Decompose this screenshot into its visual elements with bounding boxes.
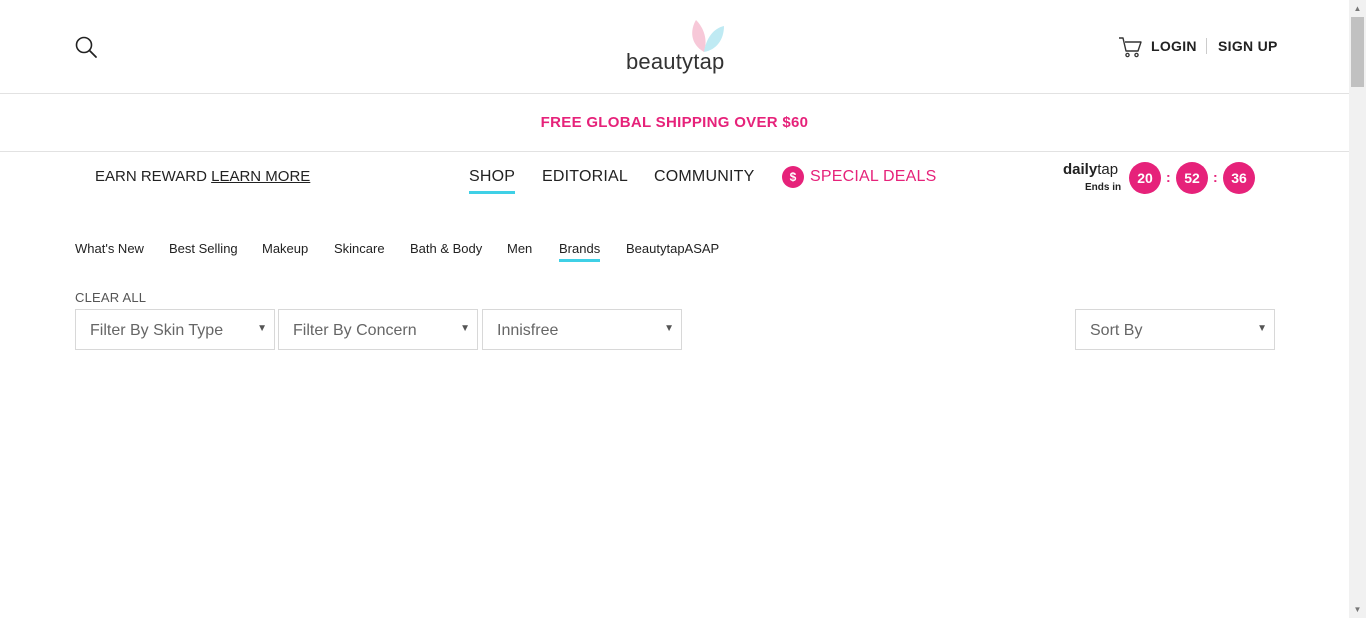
ends-in-label: Ends in — [1085, 182, 1122, 193]
skin-type-select[interactable]: Filter By Skin Type ▼ — [75, 309, 275, 350]
select-value: Sort By — [1090, 322, 1143, 339]
search-icon[interactable] — [74, 35, 98, 59]
learn-more-link[interactable]: LEARN MORE — [211, 168, 310, 185]
nav-shop[interactable]: SHOP — [469, 168, 516, 194]
clear-all-button[interactable]: CLEAR ALL — [75, 290, 146, 305]
cart-icon[interactable] — [1118, 36, 1142, 58]
category-brands[interactable]: Brands — [559, 241, 601, 262]
timer-colon: : — [1166, 169, 1171, 185]
concern-select[interactable]: Filter By Concern ▼ — [278, 309, 478, 350]
earn-reward-label: EARN REWARD — [95, 168, 207, 185]
nav-community[interactable]: COMMUNITY — [654, 168, 754, 186]
nav-special-deals[interactable]: SPECIAL DEALS — [810, 168, 937, 186]
brand-select[interactable]: Innisfree ▼ — [482, 309, 682, 350]
category-whats-new[interactable]: What's New — [75, 241, 144, 256]
site-header: beautytap LOGIN SIGN UP — [0, 0, 1349, 94]
dollar-icon: $ — [782, 166, 804, 188]
select-value: Filter By Skin Type — [90, 322, 224, 339]
category-best-selling[interactable]: Best Selling — [169, 241, 238, 256]
nav-editorial[interactable]: EDITORIAL — [542, 168, 628, 186]
category-skincare[interactable]: Skincare — [334, 241, 385, 256]
select-value: Filter By Concern — [293, 322, 417, 339]
select-value: Innisfree — [497, 322, 559, 339]
dailytap-brand[interactable]: dailytap — [1063, 161, 1118, 178]
promo-text: FREE GLOBAL SHIPPING OVER $60 — [540, 114, 809, 131]
category-beautytap-asap[interactable]: BeautytapASAP — [626, 241, 719, 256]
category-bath-body[interactable]: Bath & Body — [410, 241, 482, 256]
chevron-down-icon: ▼ — [664, 323, 674, 334]
logo-text: beautytap — [626, 49, 725, 74]
scroll-down-icon[interactable]: ▼ — [1349, 601, 1366, 618]
scrollbar[interactable] — [1349, 0, 1366, 618]
chevron-down-icon: ▼ — [460, 323, 470, 334]
category-makeup[interactable]: Makeup — [262, 241, 308, 256]
login-link[interactable]: LOGIN — [1151, 38, 1197, 54]
promo-banner: FREE GLOBAL SHIPPING OVER $60 — [0, 94, 1349, 152]
earn-reward: EARN REWARD LEARN MORE — [95, 168, 310, 185]
signup-link[interactable]: SIGN UP — [1218, 38, 1278, 54]
timer-minutes: 52 — [1176, 162, 1208, 194]
sort-select[interactable]: Sort By ▼ — [1075, 309, 1275, 350]
dailytap-brand-light: tap — [1097, 161, 1119, 178]
scroll-up-icon[interactable]: ▲ — [1349, 0, 1366, 17]
chevron-down-icon: ▼ — [257, 323, 267, 334]
dailytap-brand-bold: daily — [1063, 161, 1098, 178]
scrollbar-thumb[interactable] — [1351, 17, 1364, 87]
category-men[interactable]: Men — [507, 241, 532, 256]
timer-colon: : — [1213, 169, 1218, 185]
divider — [1206, 38, 1207, 54]
timer-hours: 20 — [1129, 162, 1161, 194]
chevron-down-icon: ▼ — [1257, 323, 1267, 334]
timer-seconds: 36 — [1223, 162, 1255, 194]
logo[interactable]: beautytap — [620, 18, 730, 78]
